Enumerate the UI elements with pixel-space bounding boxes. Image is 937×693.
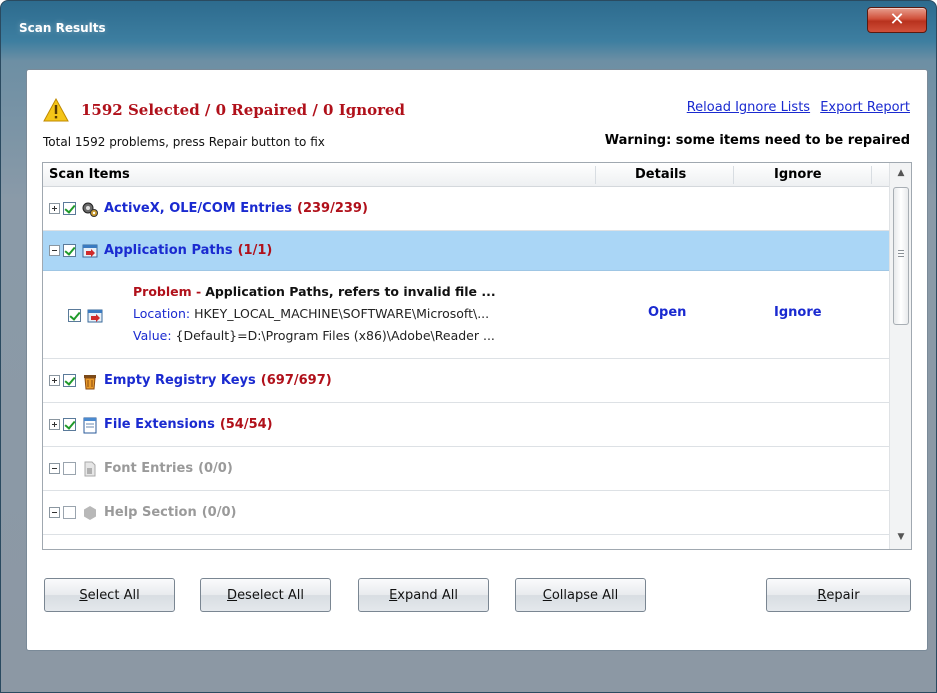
item-count: (239/239) [297,201,368,216]
results-panel: 1592 Selected / 0 Repaired / 0 Ignored R… [26,69,928,651]
header-divider [595,166,596,184]
item-checkbox[interactable] [63,462,76,475]
repair-warning: Warning: some items need to be repaired [604,133,910,148]
collapse-toggle[interactable] [49,507,60,518]
expand-toggle[interactable] [49,375,60,386]
title-bar[interactable]: Scan Results ✕ [1,1,936,49]
ignore-item-link[interactable]: Ignore [774,305,822,320]
gears-icon [82,202,98,217]
list-item-activex[interactable]: ActiveX, OLE/COM Entries (239/239) [43,187,889,231]
expand-all-button[interactable]: Expand All [358,578,489,612]
item-checkbox[interactable] [63,244,76,257]
list-rows: ActiveX, OLE/COM Entries (239/239) Appli… [43,187,889,535]
item-checkbox[interactable] [63,418,76,431]
collapse-all-button[interactable]: Collapse All [515,578,646,612]
accelerator-key: D [227,587,238,603]
problem-checkbox[interactable] [68,309,81,322]
list-item-font-entries[interactable]: Font Entries (0/0) [43,447,889,491]
summary-header: 1592 Selected / 0 Repaired / 0 Ignored [43,98,405,122]
header-details[interactable]: Details [635,163,686,187]
item-name: File Extensions [104,417,215,432]
app-window-icon [82,244,98,257]
font-file-icon [84,461,96,476]
item-checkbox[interactable] [63,506,76,519]
report-links: Reload Ignore Lists Export Report [681,100,910,115]
select-all-button[interactable]: Select All [44,578,175,612]
list-header: Scan Items Details Ignore [43,163,889,187]
repair-button[interactable]: Repair [766,578,911,612]
expand-toggle[interactable] [49,419,60,430]
close-icon: ✕ [889,9,905,30]
list-item-application-paths[interactable]: Application Paths (1/1) [43,231,889,271]
collapse-toggle[interactable] [49,245,60,256]
scan-items-list: Scan Items Details Ignore ActiveX, OLE/C… [42,162,912,550]
problem-count-text: Total 1592 problems, press Repair button… [43,135,325,149]
accelerator-key: C [542,587,552,603]
item-name: Font Entries [104,461,194,476]
problem-label: Problem - [133,284,202,299]
item-count: (0/0) [201,505,237,520]
scroll-up-arrow-icon[interactable]: ▲ [890,163,911,183]
problem-text: Application Paths, refers to invalid fil… [205,284,496,299]
deselect-all-button[interactable]: Deselect All [200,578,331,612]
item-name: Application Paths [104,243,233,258]
item-name: ActiveX, OLE/COM Entries [104,201,293,216]
hexagon-icon [84,505,96,520]
accelerator-key: S [79,587,88,603]
button-label: elect All [87,587,140,603]
header-divider [871,166,872,184]
warning-triangle-icon [43,98,69,122]
header-scan-items[interactable]: Scan Items [49,163,130,187]
list-item-empty-registry-keys[interactable]: Empty Registry Keys (697/697) [43,359,889,403]
reload-ignore-lists-link[interactable]: Reload Ignore Lists [687,100,810,115]
accelerator-key: R [817,587,827,603]
grip-line [898,250,904,251]
item-count: (0/0) [198,461,233,476]
item-count: (54/54) [219,417,273,432]
header-divider [733,166,734,184]
scan-results-window: Scan Results ✕ 1592 Selected / 0 Repaire… [0,0,937,693]
button-label: eselect All [237,587,304,603]
list-item-help-section[interactable]: Help Section (0/0) [43,491,889,535]
location-label: Location: [133,306,191,321]
item-checkbox[interactable] [63,202,76,215]
item-name: Help Section [104,505,197,520]
location-line: Location: HKEY_LOCAL_MACHINE\SOFTWARE\Mi… [133,303,496,325]
app-window-icon [87,309,103,323]
window-title: Scan Results [19,21,106,35]
collapse-toggle[interactable] [49,463,60,474]
value-label: Value: [133,328,172,343]
scan-summary: 1592 Selected / 0 Repaired / 0 Ignored [81,101,406,119]
problem-detail-row[interactable]: Problem - Application Paths, refers to i… [43,271,889,359]
open-details-link[interactable]: Open [648,305,686,320]
vertical-scrollbar[interactable]: ▲ ▼ [889,163,911,549]
list-item-file-extensions[interactable]: File Extensions (54/54) [43,403,889,447]
button-label: xpand All [397,587,458,603]
item-count: (697/697) [260,373,332,388]
grip-line [898,253,904,254]
problem-line: Problem - Application Paths, refers to i… [133,281,496,303]
scroll-down-arrow-icon[interactable]: ▼ [890,527,911,547]
trash-icon [84,374,96,389]
item-checkbox[interactable] [63,374,76,387]
accelerator-key: E [389,587,398,603]
grip-line [898,256,904,257]
scrollbar-thumb[interactable] [893,187,909,325]
button-label: epair [826,587,860,603]
header-ignore[interactable]: Ignore [774,163,822,187]
item-name: Empty Registry Keys [104,373,256,388]
problem-details: Problem - Application Paths, refers to i… [133,281,496,347]
button-label: ollapse All [551,587,619,603]
expand-toggle[interactable] [49,203,60,214]
item-count: (1/1) [237,243,273,258]
export-report-link[interactable]: Export Report [820,100,910,115]
document-icon [83,417,97,433]
value-line: Value: {Default}=D:\Program Files (x86)\… [133,325,496,347]
close-button[interactable]: ✕ [867,7,927,33]
value-value: {Default}=D:\Program Files (x86)\Adobe\R… [175,328,495,343]
location-value: HKEY_LOCAL_MACHINE\SOFTWARE\Microsoft\..… [194,306,490,321]
